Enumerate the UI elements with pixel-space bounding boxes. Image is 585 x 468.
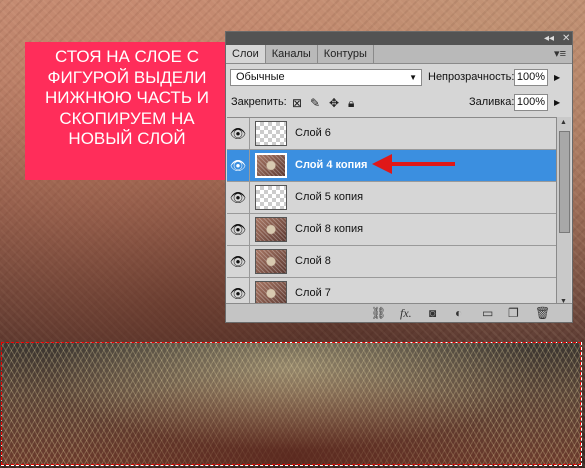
lock-pixels-icon[interactable]: ✎ bbox=[310, 96, 320, 110]
panel-titlebar: ◂◂ ✕ bbox=[226, 32, 572, 45]
layer-name[interactable]: Слой 6 bbox=[295, 118, 331, 149]
layers-list: 👁︎ Слой 6 👁︎ Слой 4 копия 👁︎ Слой 5 копия 👁︎ Сл… bbox=[227, 117, 557, 308]
layer-thumbnail[interactable] bbox=[255, 153, 287, 178]
lock-transparency-icon[interactable]: ⊠ bbox=[292, 96, 302, 110]
layer-thumbnail[interactable] bbox=[255, 249, 287, 274]
layer-row[interactable]: 👁︎ Слой 8 копия bbox=[227, 214, 557, 246]
scroll-up-icon[interactable]: ▲ bbox=[560, 119, 567, 126]
opacity-slider-icon[interactable]: ▶ bbox=[554, 69, 560, 86]
layer-name[interactable]: Слой 5 копия bbox=[295, 182, 363, 213]
eye-icon[interactable]: 👁︎ bbox=[227, 182, 250, 213]
close-icon[interactable]: ✕ bbox=[562, 32, 570, 45]
lock-position-icon[interactable]: ✥ bbox=[329, 96, 339, 110]
layers-scrollbar[interactable]: ▲ ▼ bbox=[556, 117, 571, 307]
fill-label: Заливка: bbox=[469, 96, 515, 108]
layer-name[interactable]: Слой 4 копия bbox=[295, 150, 367, 181]
adjustment-icon[interactable]: ◐ bbox=[455, 305, 462, 321]
eye-icon[interactable]: 👁︎ bbox=[227, 150, 250, 181]
fill-input[interactable]: 100% bbox=[514, 94, 548, 111]
trash-icon[interactable]: 🗑︎ bbox=[535, 305, 550, 321]
panel-bottom-toolbar: ⛓ fx. ◙ ◐ ▭ ❐ 🗑︎ bbox=[226, 303, 572, 322]
chevron-down-icon: ▼ bbox=[409, 73, 417, 82]
layer-thumbnail[interactable] bbox=[255, 185, 287, 210]
fill-slider-icon[interactable]: ▶ bbox=[554, 94, 560, 111]
new-layer-icon[interactable]: ❐ bbox=[508, 305, 519, 321]
fx-icon[interactable]: fx. bbox=[400, 305, 412, 321]
layer-thumbnail[interactable] bbox=[255, 121, 287, 146]
tab-layers[interactable]: Слои bbox=[226, 45, 266, 63]
instruction-note: СТОЯ НА СЛОЕ С ФИГУРОЙ ВЫДЕЛИ НИЖНЮЮ ЧАС… bbox=[25, 42, 229, 180]
eye-icon[interactable]: 👁︎ bbox=[227, 118, 250, 149]
tab-channels[interactable]: Каналы bbox=[266, 45, 318, 63]
layer-row[interactable]: 👁︎ Слой 6 bbox=[227, 118, 557, 150]
lock-label: Закрепить: bbox=[231, 96, 287, 108]
layer-row[interactable]: 👁︎ Слой 5 копия bbox=[227, 182, 557, 214]
mask-icon[interactable]: ◙ bbox=[429, 305, 436, 321]
opacity-input[interactable]: 100% bbox=[514, 69, 548, 86]
opacity-label: Непрозрачность: bbox=[428, 71, 515, 83]
layer-row[interactable]: 👁︎ Слой 8 bbox=[227, 246, 557, 278]
layer-name[interactable]: Слой 8 копия bbox=[295, 214, 363, 245]
panel-menu-icon[interactable]: ▾≡ bbox=[554, 47, 566, 60]
panel-tabs: Слои Каналы Контуры ▾≡ bbox=[226, 45, 572, 64]
collapse-icon[interactable]: ◂◂ bbox=[544, 32, 554, 45]
scroll-thumb[interactable] bbox=[559, 131, 570, 233]
lock-all-icon[interactable]: 🔒︎ bbox=[348, 96, 354, 110]
layer-name[interactable]: Слой 8 bbox=[295, 246, 331, 277]
blend-mode-value: Обычные bbox=[236, 71, 285, 83]
folder-icon[interactable]: ▭ bbox=[482, 305, 493, 321]
layer-thumbnail[interactable] bbox=[255, 217, 287, 242]
blend-mode-select[interactable]: Обычные ▼ bbox=[230, 69, 422, 86]
eye-icon[interactable]: 👁︎ bbox=[227, 214, 250, 245]
eye-icon[interactable]: 👁︎ bbox=[227, 246, 250, 277]
selected-lower-part bbox=[1, 342, 582, 466]
tab-paths[interactable]: Контуры bbox=[318, 45, 374, 63]
pointer-arrow-icon bbox=[372, 154, 455, 174]
link-icon[interactable]: ⛓ bbox=[371, 305, 386, 321]
